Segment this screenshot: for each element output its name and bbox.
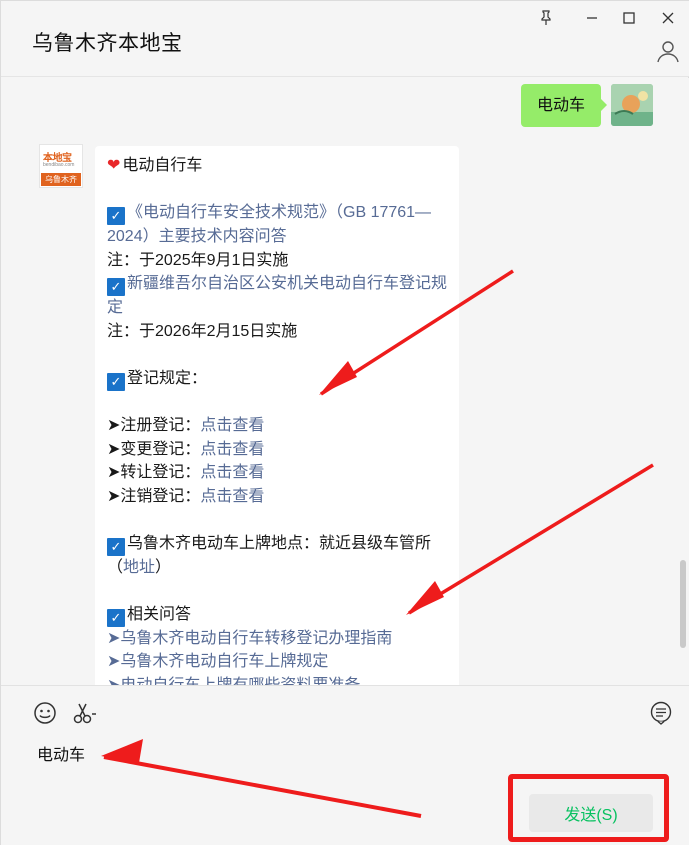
chat-window: 乌鲁木齐本地宝 电动车 本地宝 bendibao.com 乌鲁木齐 ❤ 电动自行… <box>0 0 689 845</box>
view-link[interactable]: 点击查看 <box>200 441 264 458</box>
user-profile-icon[interactable] <box>656 39 680 63</box>
chat-history-icon[interactable] <box>649 701 675 727</box>
maximize-icon[interactable] <box>616 7 642 29</box>
registration-item: ➤变更登记：点击查看 <box>107 440 265 458</box>
heart-icon: ❤ <box>107 157 121 174</box>
message-heading: ❤ 电动自行车 <box>107 157 203 174</box>
bot-avatar[interactable]: 本地宝 bendibao.com 乌鲁木齐 <box>39 144 83 188</box>
standard-link-line: ✓ 《电动自行车安全技术规范》（GB 17761—2024）主要技术内容问答 <box>107 201 447 249</box>
checkbox-icon: ✓ <box>107 608 125 627</box>
minimize-icon[interactable] <box>579 7 605 29</box>
screenshot-scissors-icon[interactable] <box>72 701 98 727</box>
logo-city: 乌鲁木齐 <box>41 173 81 186</box>
pin-icon[interactable] <box>533 7 559 29</box>
registration-item: ➤注册登记：点击查看 <box>107 417 265 434</box>
standard-note: 注：于2025年9月1日实施 <box>107 251 289 269</box>
regulation-link-line: ✓ 新疆维吾尔自治区公安机关电动自行车登记规定 <box>107 272 447 320</box>
chat-title: 乌鲁木齐本地宝 <box>32 32 183 55</box>
address-link[interactable]: 地址 <box>123 559 155 576</box>
emoji-icon[interactable] <box>33 701 59 727</box>
annotation-highlight-frame <box>508 774 669 842</box>
message-list[interactable]: 电动车 本地宝 bendibao.com 乌鲁木齐 ❤ 电动自行车 ✓ 《电动自行车… <box>1 78 689 685</box>
qa-link[interactable]: ➤乌鲁木齐电动自行车转移登记办理指南 <box>107 627 447 651</box>
checkbox-icon: ✓ <box>107 537 125 556</box>
message-input[interactable]: 电动车 <box>37 741 85 765</box>
qa-link[interactable]: ➤乌鲁木齐电动自行车上牌规定 <box>107 650 447 674</box>
checkbox-icon: ✓ <box>107 372 125 391</box>
regulation-note: 注：于2026年2月15日实施 <box>107 322 298 340</box>
view-link[interactable]: 点击查看 <box>200 417 264 434</box>
registration-item: ➤注销登记：点击查看 <box>107 487 265 505</box>
qa-link[interactable]: ➤电动自行车上牌有哪些资料要准备 <box>107 674 447 686</box>
view-link[interactable]: 点击查看 <box>200 488 264 505</box>
checkbox-icon: ✓ <box>107 278 125 296</box>
registration-title: ✓ 登记规定： <box>107 367 447 391</box>
registration-item: ➤转让登记：点击查看 <box>107 464 265 481</box>
plate-location-line: ✓ 乌鲁木齐电动车上牌地点：就近县级车管所（地址） <box>107 534 432 576</box>
view-link[interactable]: 点击查看 <box>200 464 264 481</box>
logo-url: bendibao.com <box>43 162 75 168</box>
standard-link[interactable]: 《电动自行车安全技术规范》（GB 17761—2024）主要技术内容问答 <box>107 204 431 245</box>
regulation-link[interactable]: 新疆维吾尔自治区公安机关电动自行车登记规定 <box>107 275 447 316</box>
qa-title: ✓ 相关问答 <box>107 603 447 627</box>
title-bar: 乌鲁木齐本地宝 <box>1 1 689 77</box>
close-icon[interactable] <box>655 7 681 29</box>
my-avatar[interactable] <box>611 84 653 126</box>
bot-message-bubble: ❤ 电动自行车 ✓ 《电动自行车安全技术规范》（GB 17761—2024）主要技术… <box>95 146 459 685</box>
chat-scrollbar[interactable] <box>680 560 686 648</box>
checkbox-icon: ✓ <box>107 207 125 225</box>
my-message-bubble[interactable]: 电动车 <box>521 84 608 127</box>
